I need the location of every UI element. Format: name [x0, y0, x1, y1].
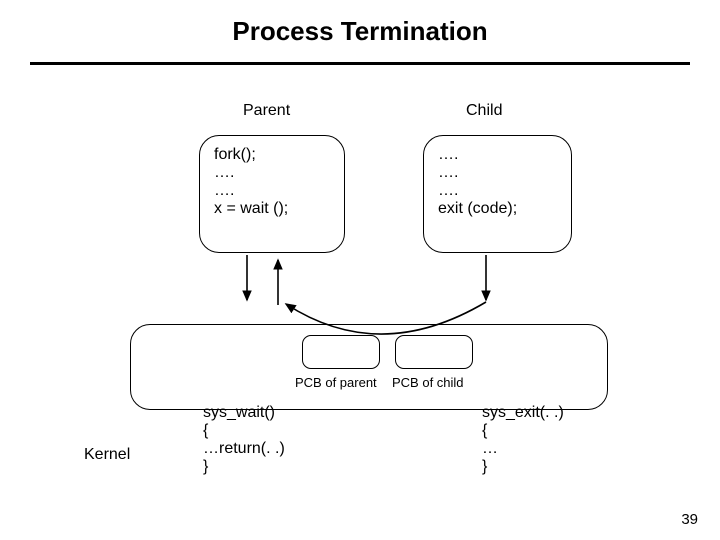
child-process-box: …. …. …. exit (code);	[423, 135, 572, 253]
pcb-parent-box	[302, 335, 380, 369]
sys-wait-code: sys_wait() { …return(. .) }	[203, 404, 285, 476]
parent-process-box: fork(); …. …. x = wait ();	[199, 135, 345, 253]
pcb-parent-caption: PCB of parent	[295, 375, 377, 390]
slide-title: Process Termination	[0, 16, 720, 47]
kernel-label: Kernel	[84, 446, 130, 464]
pcb-child-caption: PCB of child	[392, 375, 464, 390]
child-label: Child	[466, 102, 502, 120]
child-code: …. …. …. exit (code);	[438, 146, 557, 218]
parent-code: fork(); …. …. x = wait ();	[214, 146, 330, 218]
page-number: 39	[681, 511, 698, 528]
sys-exit-code: sys_exit(. .) { … }	[482, 404, 564, 476]
title-divider	[30, 62, 690, 65]
parent-label: Parent	[243, 102, 290, 120]
pcb-child-box	[395, 335, 473, 369]
